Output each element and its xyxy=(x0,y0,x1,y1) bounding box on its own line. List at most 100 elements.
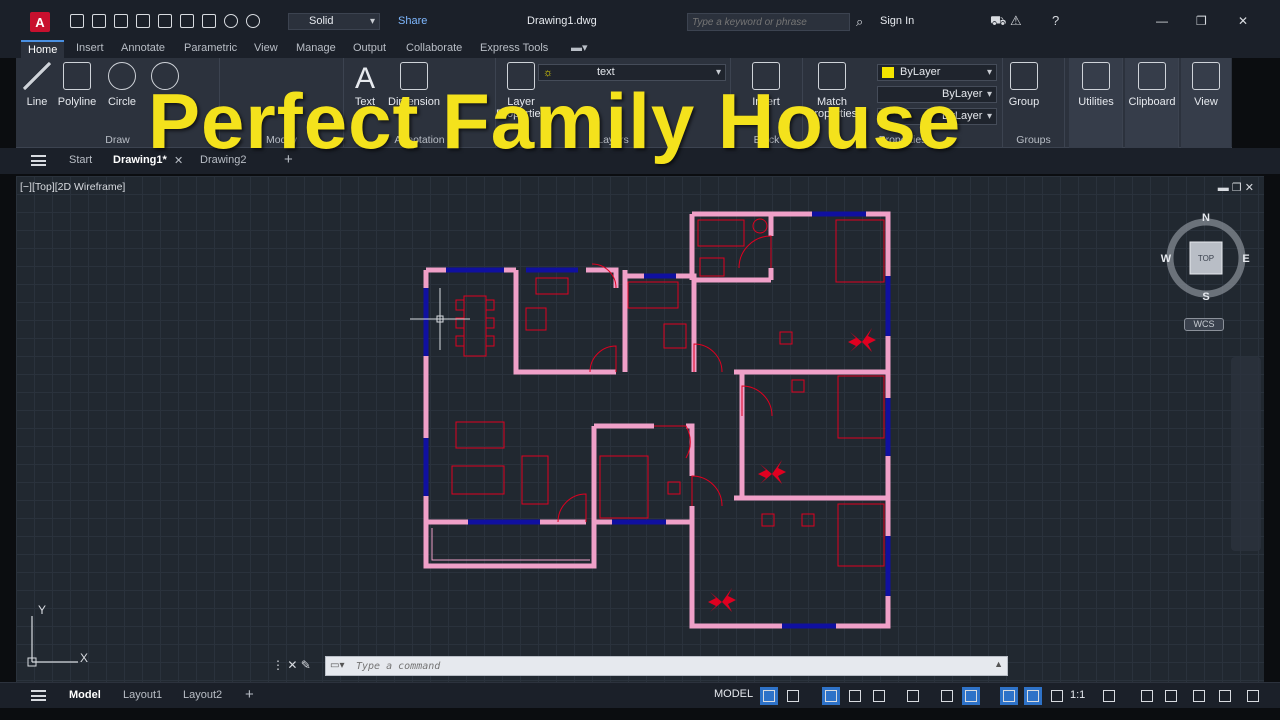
tab-express-tools[interactable]: Express Tools xyxy=(480,40,548,58)
command-history-icon[interactable]: ▭▾ xyxy=(330,660,344,671)
auto-scale-toggle[interactable] xyxy=(1024,687,1042,705)
osnap-tracking-toggle[interactable] xyxy=(938,687,956,705)
restore-icon[interactable]: ❐ xyxy=(1196,14,1207,28)
minimize-icon[interactable]: — xyxy=(1156,14,1168,28)
close-icon[interactable]: ✕ xyxy=(1238,14,1248,28)
circle-tool[interactable]: Circle xyxy=(106,62,138,108)
bed xyxy=(837,375,885,439)
gear-icon xyxy=(1103,690,1115,702)
command-line[interactable]: ▭▾ ▲ xyxy=(325,656,1008,676)
plot-icon[interactable] xyxy=(202,14,216,28)
tab-model[interactable]: Model xyxy=(69,689,101,701)
open-folder-icon[interactable] xyxy=(92,14,106,28)
wall xyxy=(586,267,619,288)
tab-insert[interactable]: Insert xyxy=(76,40,104,58)
tab-layout2[interactable]: Layout2 xyxy=(183,689,222,701)
drawing-viewport[interactable]: [−][Top][2D Wireframe] ▬ ❐ ✕ xyxy=(16,176,1264,682)
add-layout-icon[interactable]: + xyxy=(245,686,254,703)
tab-collaborate[interactable]: Collaborate xyxy=(406,40,462,58)
infer-toggle[interactable] xyxy=(822,687,840,705)
snap-toggle[interactable] xyxy=(784,687,802,705)
tab-start[interactable]: Start xyxy=(69,154,92,166)
tab-manage[interactable]: Manage xyxy=(296,40,336,58)
hardware-acceleration[interactable] xyxy=(1190,687,1208,705)
ribbon-tabs: Home Insert Annotate Parametric View Man… xyxy=(0,40,1280,58)
tab-output[interactable]: Output xyxy=(353,40,386,58)
new-file-icon[interactable] xyxy=(70,14,84,28)
tab-home[interactable]: Home xyxy=(21,40,65,58)
polar-toggle[interactable] xyxy=(870,687,888,705)
navigation-bar[interactable] xyxy=(1231,357,1261,551)
autodesk-app-icon[interactable]: ⚠ xyxy=(1010,13,1022,29)
osnap-toggle[interactable] xyxy=(962,687,980,705)
line-icon xyxy=(23,62,51,90)
customization-menu[interactable] xyxy=(1244,687,1262,705)
ribbon-minimize-icon[interactable]: ▬▾ xyxy=(571,40,593,58)
chair xyxy=(485,335,495,347)
bed xyxy=(835,219,885,283)
view-cube[interactable]: TOP N S E W xyxy=(1160,212,1252,304)
annotation-scale-toggle[interactable] xyxy=(1048,687,1066,705)
annotation-scale-value[interactable]: 1:1 xyxy=(1070,689,1085,701)
sofa xyxy=(455,421,505,449)
sign-in-button[interactable]: Sign In xyxy=(880,15,914,27)
isolate-objects[interactable] xyxy=(1162,687,1180,705)
menu-icon[interactable] xyxy=(31,155,46,166)
save-web-icon[interactable] xyxy=(180,14,194,28)
ortho-toggle[interactable] xyxy=(846,687,864,705)
annotation-scale-icon xyxy=(1051,690,1063,702)
stove xyxy=(535,277,569,295)
search-input[interactable] xyxy=(687,13,850,31)
view-panel[interactable]: View xyxy=(1181,58,1231,148)
clean-screen[interactable] xyxy=(1216,687,1234,705)
grid-toggle[interactable] xyxy=(760,687,778,705)
search-icon[interactable]: ⌕ xyxy=(856,14,863,30)
command-input[interactable] xyxy=(356,659,976,673)
undo-icon[interactable] xyxy=(224,14,238,28)
save-icon[interactable] xyxy=(114,14,128,28)
door xyxy=(557,493,587,523)
tab-layout1[interactable]: Layout1 xyxy=(123,689,162,701)
floor-plan xyxy=(410,211,891,629)
polar-icon xyxy=(873,690,885,702)
chair xyxy=(455,299,465,311)
view-cube-top-label: TOP xyxy=(1198,254,1214,263)
polyline-tool[interactable]: Polyline xyxy=(56,62,98,108)
annotation-visibility-toggle[interactable] xyxy=(1000,687,1018,705)
compass-north: N xyxy=(1202,212,1210,224)
wall xyxy=(513,270,616,375)
quick-access-toolbar xyxy=(70,14,260,28)
line-tool[interactable]: Line xyxy=(22,62,52,108)
annotation-monitor[interactable] xyxy=(1138,687,1156,705)
redo-icon[interactable] xyxy=(246,14,260,28)
tab-view[interactable]: View xyxy=(254,40,278,58)
visual-style-dropdown[interactable]: Solid xyxy=(288,13,380,30)
save-as-icon[interactable] xyxy=(136,14,150,28)
annotation-visibility-icon xyxy=(1003,690,1015,702)
door xyxy=(741,385,773,417)
autocad-logo[interactable]: A xyxy=(30,12,50,32)
status-bar: Model Layout1 Layout2 + MODEL 1:1 xyxy=(0,682,1280,708)
open-web-icon[interactable] xyxy=(158,14,172,28)
bathtub xyxy=(697,219,745,247)
chair xyxy=(779,331,793,345)
workspace-gear[interactable] xyxy=(1100,687,1118,705)
tab-parametric[interactable]: Parametric xyxy=(184,40,237,58)
ceiling-fan xyxy=(708,588,736,612)
view-tool[interactable]: View xyxy=(1181,62,1231,108)
tab-annotate[interactable]: Annotate xyxy=(121,40,165,58)
auto-scale-icon xyxy=(1027,690,1039,702)
model-space-button[interactable]: MODEL xyxy=(714,688,753,700)
osnap-icon xyxy=(965,690,977,702)
share-button[interactable]: Share xyxy=(398,15,427,27)
ortho-icon xyxy=(849,690,861,702)
layout-menu-icon[interactable] xyxy=(31,690,46,701)
command-expand-icon[interactable]: ▲ xyxy=(994,659,1003,669)
plus-icon xyxy=(1141,690,1153,702)
command-line-handle[interactable]: ⋮ ✕ ✎ xyxy=(272,658,311,672)
wcs-menu[interactable]: WCS xyxy=(1184,318,1224,331)
cart-icon[interactable]: ⛟ xyxy=(990,13,1006,31)
help-icon[interactable]: ? xyxy=(1052,13,1059,28)
ucs-x-label: X xyxy=(80,651,88,665)
isodraft-toggle[interactable] xyxy=(904,687,922,705)
